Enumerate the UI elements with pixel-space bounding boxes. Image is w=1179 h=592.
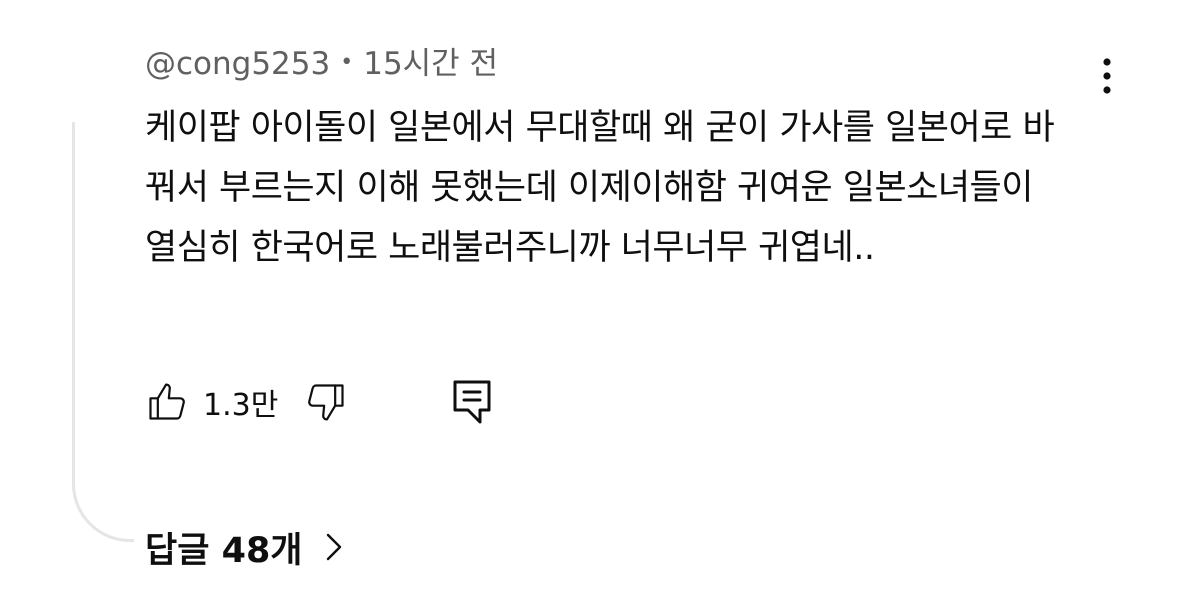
like-button[interactable] — [145, 380, 189, 424]
comment-actions: 1.3만 — [145, 377, 492, 427]
thread-connector-line — [72, 122, 134, 542]
comment-timestamp[interactable]: 15시간 전 — [363, 46, 498, 82]
comment-reply-icon — [453, 380, 491, 424]
like-count: 1.3만 — [203, 388, 279, 423]
more-vertical-icon — [1103, 58, 1111, 94]
dislike-button[interactable] — [304, 380, 348, 424]
thumbs-down-icon — [308, 384, 344, 421]
view-replies-button[interactable]: 답글 48개 — [145, 520, 343, 574]
thumbs-up-icon — [149, 383, 185, 420]
reply-button[interactable] — [452, 379, 492, 425]
comment-author[interactable]: @cong5253 — [145, 46, 330, 82]
replies-count-label: 답글 48개 — [145, 530, 303, 571]
comment-header: @cong5253 • 15시간 전 — [145, 44, 498, 86]
comment-menu-button[interactable] — [1090, 52, 1124, 100]
comment-text: 케이팝 아이돌이 일본에서 무대할때 왜 굳이 가사를 일본어로 바꿔서 부르는… — [145, 108, 1055, 268]
chevron-right-icon — [325, 532, 343, 562]
meta-separator: • — [340, 49, 354, 75]
